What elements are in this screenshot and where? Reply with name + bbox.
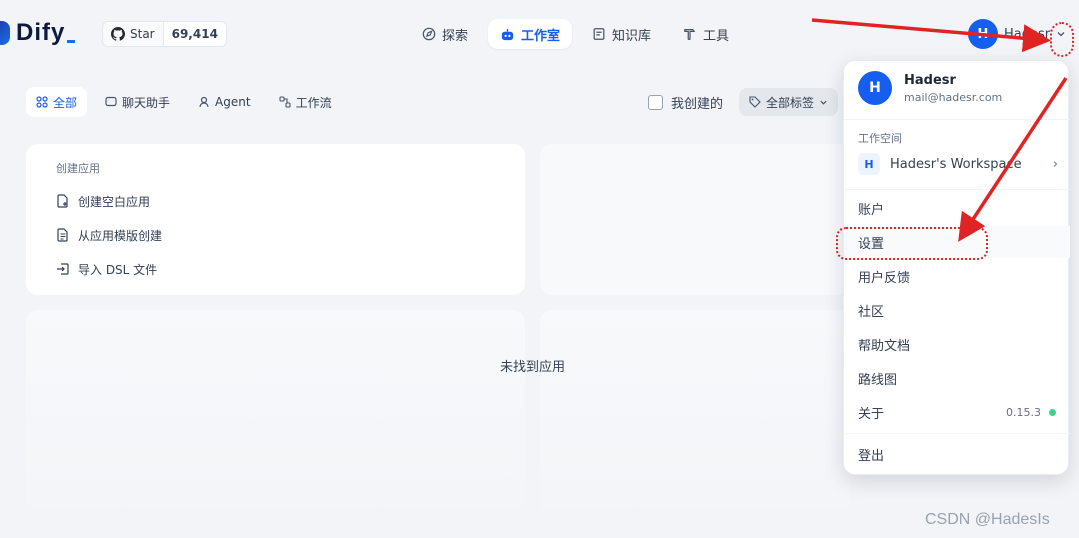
annotation-arrows (811, 18, 1068, 242)
annotation-arrow-to-settings (958, 77, 1068, 242)
annotation-arrow-to-user-menu (811, 18, 1051, 53)
watermark: CSDN @HadesIs (925, 511, 1050, 528)
